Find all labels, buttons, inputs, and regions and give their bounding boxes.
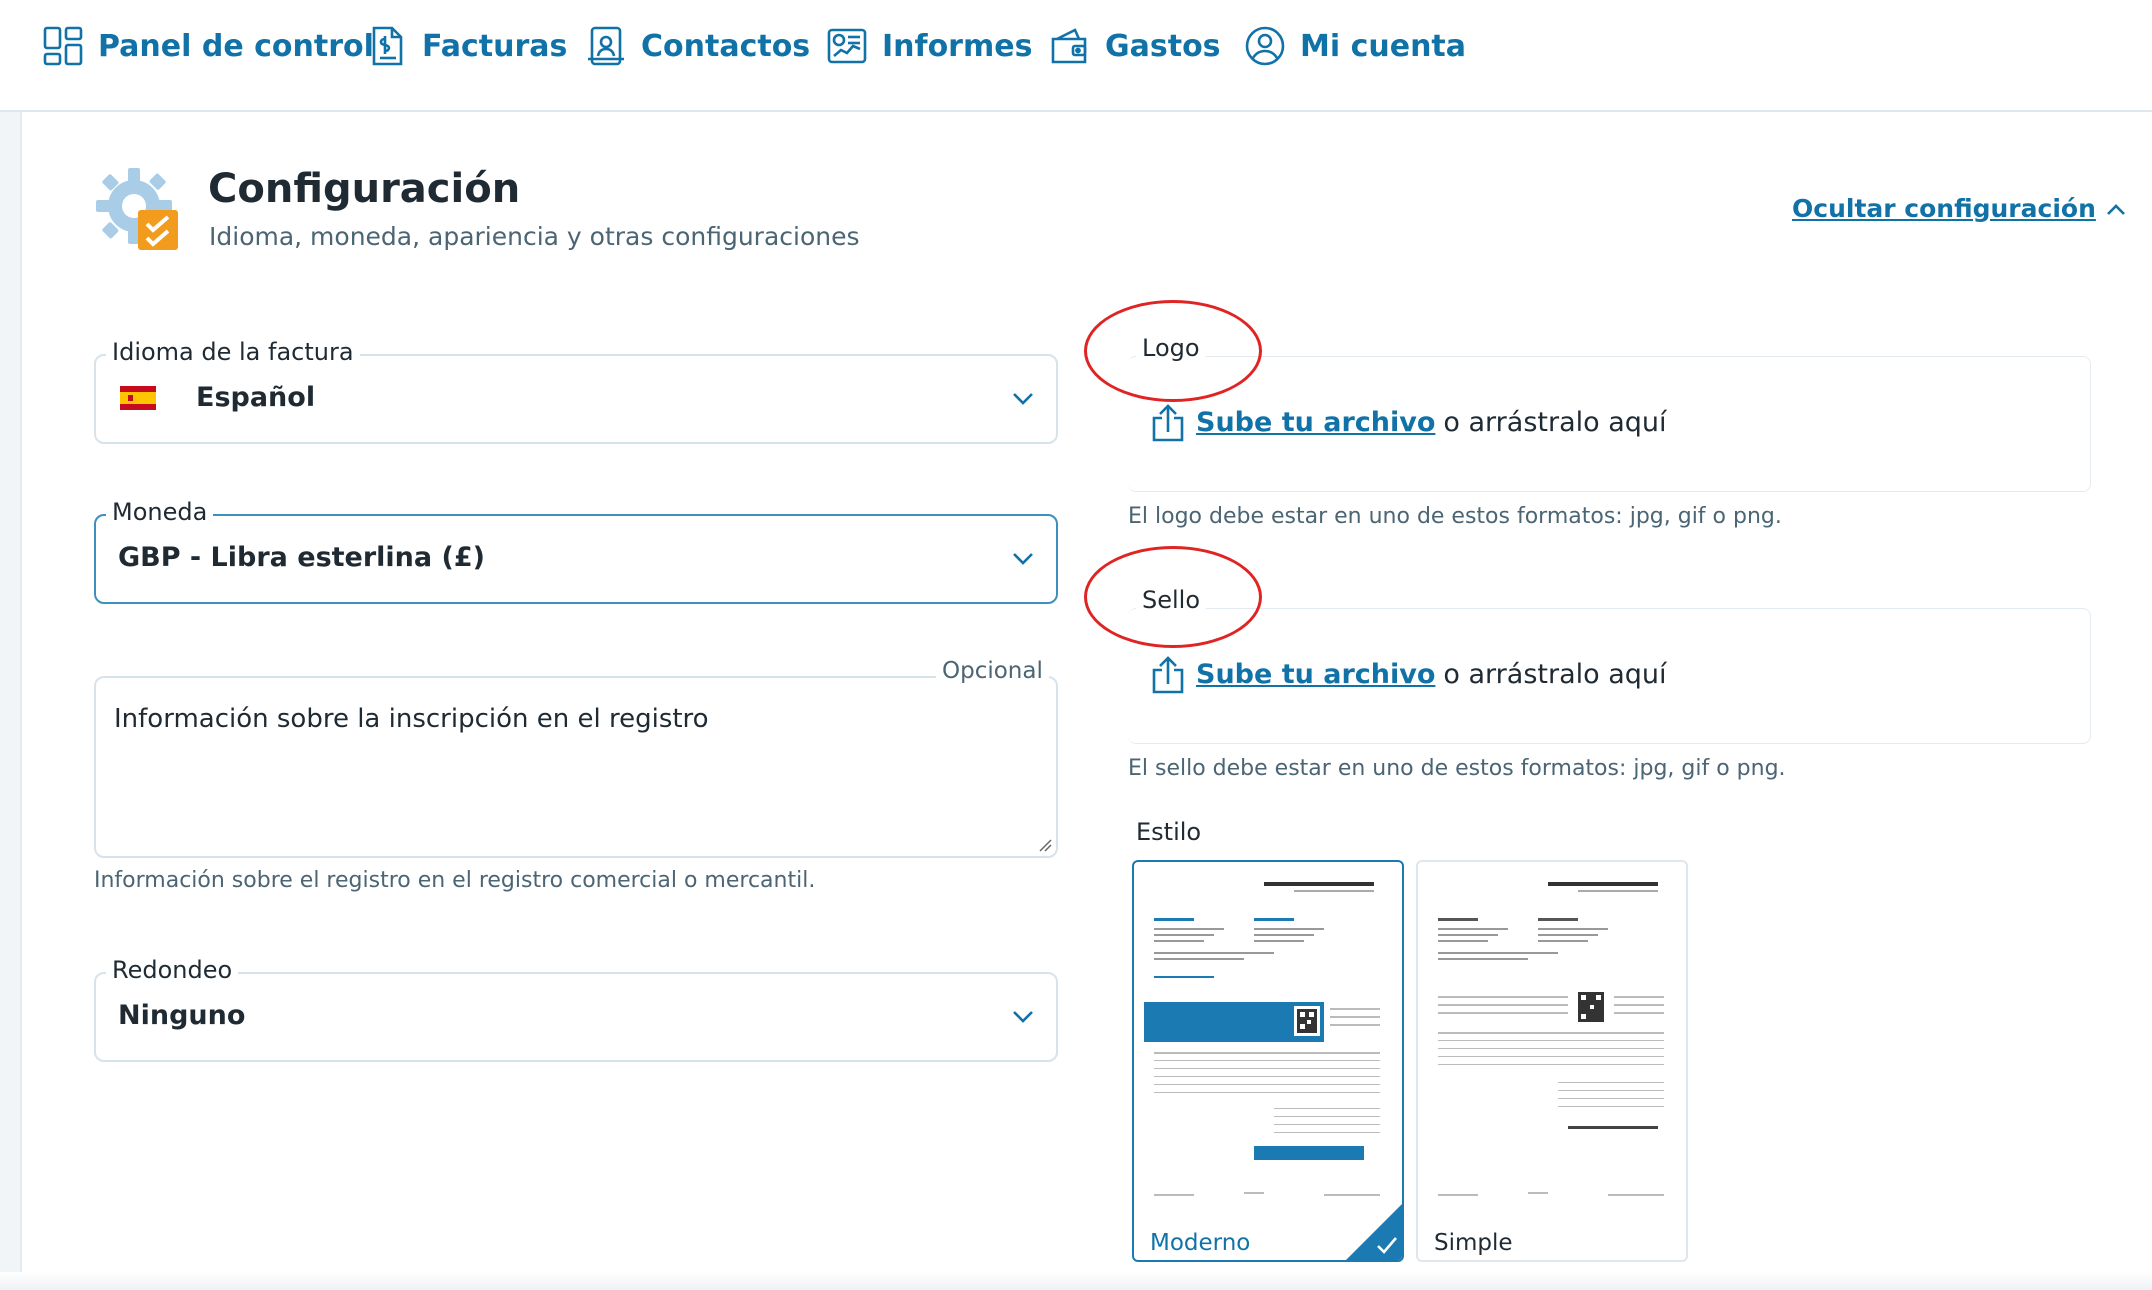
nav-label: Panel de control <box>98 28 374 64</box>
language-select[interactable]: Idioma de la factura Español <box>94 338 1058 444</box>
bottom-edge <box>0 1272 2152 1290</box>
invoice-icon <box>366 25 408 67</box>
nav-item-dashboard[interactable]: Panel de control <box>42 18 374 74</box>
stamp-upload-link[interactable]: Sube tu archivo <box>1196 659 1435 690</box>
settings-gear-icon <box>92 164 184 256</box>
top-nav: Panel de control Facturas Contactos Info… <box>0 0 2152 112</box>
nav-item-invoices[interactable]: Facturas <box>366 18 567 74</box>
page-title: Configuración <box>208 166 521 212</box>
style-option-name: Moderno <box>1150 1230 1251 1256</box>
chevron-up-icon <box>2106 203 2125 215</box>
rounding-select[interactable]: Redondeo Ninguno <box>94 956 1058 1062</box>
currency-value: GBP - Libra esterlina (£) <box>118 542 485 573</box>
nav-label: Facturas <box>422 28 568 64</box>
selected-check-icon <box>1346 1204 1402 1260</box>
nav-item-contacts[interactable]: Contactos <box>585 18 810 74</box>
nav-label: Informes <box>882 28 1033 64</box>
resize-handle-icon[interactable] <box>1038 838 1052 852</box>
nav-label: Gastos <box>1105 28 1221 64</box>
logo-upload-link[interactable]: Sube tu archivo <box>1196 407 1435 438</box>
left-gutter <box>0 112 22 1290</box>
stamp-help: El sello debe estar en uno de estos form… <box>1128 756 1786 781</box>
logo-help: El logo debe estar en uno de estos forma… <box>1128 504 1782 529</box>
contacts-icon <box>585 25 627 67</box>
invoice-preview-thumbnail <box>1144 872 1390 1212</box>
nav-label: Contactos <box>641 28 811 64</box>
upload-icon <box>1152 656 1184 694</box>
stamp-drop-text: o arrástralo aquí <box>1443 658 1667 690</box>
wallet-icon <box>1049 25 1091 67</box>
style-label: Estilo <box>1136 818 1202 846</box>
style-option-modern[interactable]: Moderno <box>1132 860 1404 1262</box>
upload-icon <box>1152 404 1184 442</box>
nav-item-expenses[interactable]: Gastos <box>1049 18 1221 74</box>
nav-item-reports[interactable]: Informes <box>826 18 1032 74</box>
language-value: Español <box>196 382 316 413</box>
registry-placeholder: Información sobre la inscripción en el r… <box>114 704 709 734</box>
annotation-circle-stamp <box>1084 546 1262 648</box>
nav-label: Mi cuenta <box>1300 28 1467 64</box>
reports-icon <box>826 25 868 67</box>
hide-settings-link[interactable]: Ocultar configuración <box>1792 194 2126 223</box>
spain-flag-icon <box>120 386 156 410</box>
chevron-down-icon <box>1013 393 1033 405</box>
registry-help: Información sobre el registro en el regi… <box>94 868 816 893</box>
currency-select[interactable]: Moneda GBP - Libra esterlina (£) <box>94 498 1058 604</box>
chevron-down-icon <box>1013 1011 1033 1023</box>
logo-upload-row: Sube tu archivo o arrástralo aquí <box>1150 402 1667 442</box>
page-subtitle: Idioma, moneda, apariencia y otras confi… <box>209 222 860 251</box>
rounding-label: Redondeo <box>106 956 239 984</box>
hide-settings-label: Ocultar configuración <box>1792 194 2096 223</box>
annotation-circle-logo <box>1084 300 1262 402</box>
chevron-down-icon <box>1013 553 1033 565</box>
user-circle-icon <box>1244 25 1286 67</box>
dashboard-icon <box>42 25 84 67</box>
style-option-simple[interactable]: Simple <box>1416 860 1688 1262</box>
registry-textarea[interactable]: Información sobre la inscripción en el r… <box>94 676 1058 858</box>
invoice-preview-thumbnail <box>1428 872 1674 1212</box>
nav-item-account[interactable]: Mi cuenta <box>1244 18 1466 74</box>
rounding-value: Ninguno <box>118 1000 246 1031</box>
stamp-upload-row: Sube tu archivo o arrástralo aquí <box>1150 654 1667 694</box>
language-label: Idioma de la factura <box>106 338 360 366</box>
optional-tag: Opcional <box>936 658 1049 684</box>
currency-label: Moneda <box>106 498 214 526</box>
style-option-name: Simple <box>1434 1230 1513 1256</box>
logo-drop-text: o arrástralo aquí <box>1443 406 1667 438</box>
